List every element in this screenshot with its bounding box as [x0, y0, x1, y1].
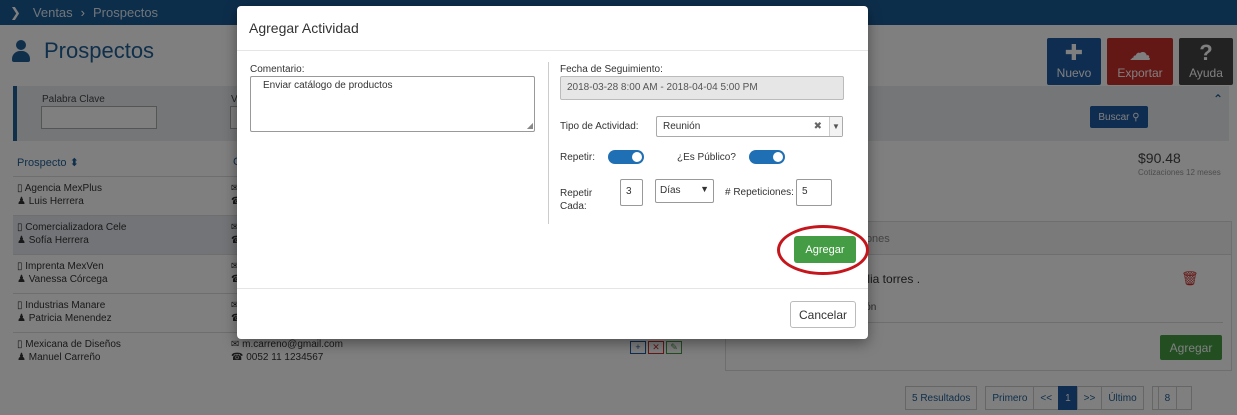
- repetir-toggle[interactable]: [608, 150, 644, 164]
- repetir-label: Repetir:: [560, 152, 596, 163]
- comentario-text: Enviar catálogo de productos: [263, 80, 393, 91]
- fecha-label: Fecha de Seguimiento:: [560, 64, 663, 75]
- comentario-label: Comentario:: [250, 64, 305, 75]
- chevron-down-icon: ▼: [700, 184, 709, 194]
- divider: [237, 50, 868, 51]
- agregar-button[interactable]: Agregar: [794, 236, 856, 263]
- toggle-knob: [632, 152, 642, 162]
- publico-toggle[interactable]: [749, 150, 785, 164]
- tipo-label: Tipo de Actividad:: [560, 121, 639, 132]
- clear-icon[interactable]: ✖: [814, 121, 822, 132]
- repeticiones-label: # Repeticiones:: [725, 187, 794, 198]
- repetir-cada-label: Repetir Cada:: [560, 188, 593, 212]
- divider: [548, 62, 549, 224]
- agregar-actividad-modal: Agregar Actividad Comentario: Enviar cat…: [237, 6, 869, 339]
- tipo-value: Reunión: [663, 121, 701, 132]
- comentario-textarea[interactable]: Enviar catálogo de productos ◢: [250, 76, 535, 132]
- fecha-seguimiento-input[interactable]: 2018-03-28 8:00 AM - 2018-04-04 5:00 PM: [560, 76, 844, 100]
- unidad-select[interactable]: Días ▼: [655, 179, 714, 203]
- repetir-cada-input[interactable]: 3: [620, 179, 643, 206]
- resize-grip-icon[interactable]: ◢: [527, 122, 533, 130]
- tipo-actividad-select[interactable]: Reunión ✖ ▼: [656, 116, 843, 137]
- cancelar-button[interactable]: Cancelar: [790, 301, 856, 328]
- publico-label: ¿Es Público?: [677, 152, 736, 163]
- modal-title: Agregar Actividad: [249, 20, 359, 36]
- unidad-value: Días: [660, 185, 681, 196]
- divider: [237, 288, 868, 289]
- repeticiones-input[interactable]: 5: [796, 179, 832, 206]
- chevron-down-icon[interactable]: ▼: [829, 117, 842, 136]
- toggle-knob: [773, 152, 783, 162]
